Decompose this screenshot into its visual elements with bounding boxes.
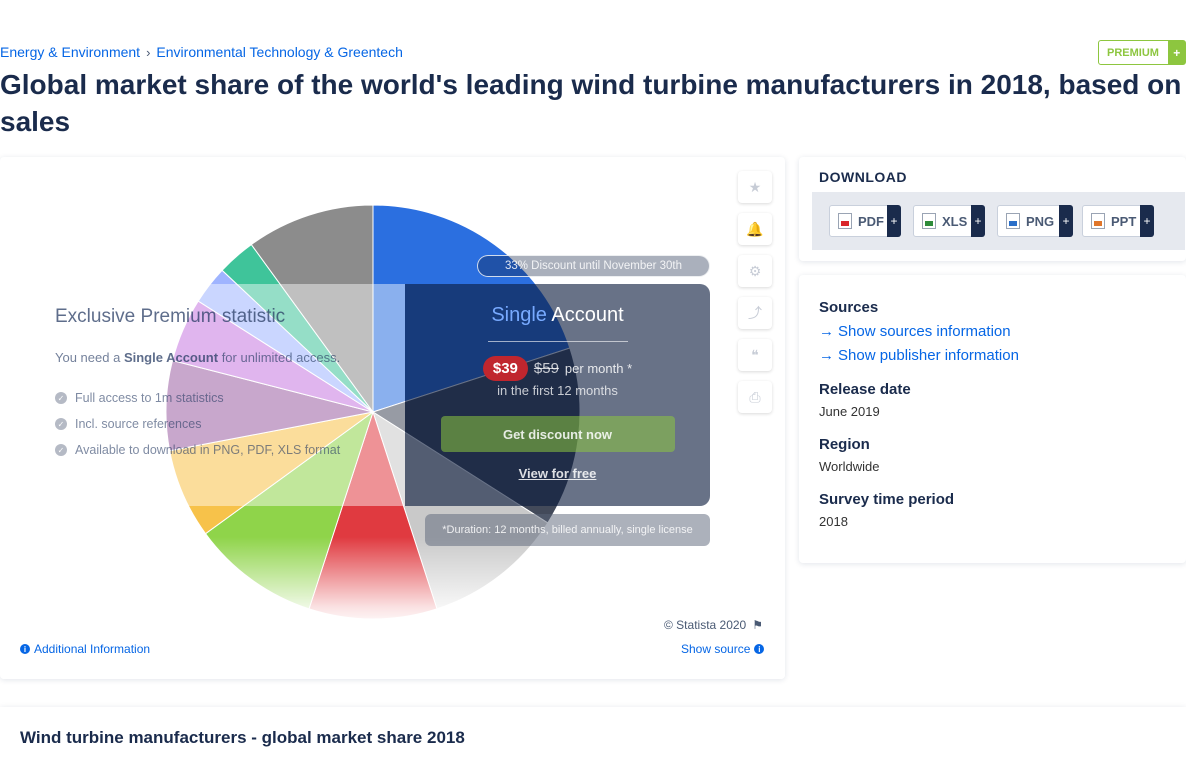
pdf-file-icon [838, 213, 852, 229]
additional-info-link[interactable]: i Additional Information [20, 642, 150, 656]
divider [487, 341, 628, 342]
download-xls-button[interactable]: XLS + [913, 205, 985, 237]
survey-value: 2018 [819, 514, 848, 529]
check-icon: ✓ [55, 444, 67, 456]
region-value: Worldwide [819, 459, 880, 474]
share-icon[interactable]: ⤴ [738, 297, 772, 329]
tool-column: ★ 🔔 ⚙ ⤴ ❝ ⎙ [738, 171, 772, 413]
premium-badge[interactable]: PREMIUM + [1098, 40, 1186, 65]
breadcrumb-separator: › [146, 44, 151, 60]
premium-overlay: Exclusive Premium statistic You need a S… [35, 284, 710, 506]
release-value: June 2019 [819, 404, 880, 419]
release-label: Release date [819, 381, 911, 398]
gear-icon[interactable]: ⚙ [738, 255, 772, 287]
star-icon[interactable]: ★ [738, 171, 772, 203]
price-row: $39 $59 per month * [482, 356, 633, 381]
breadcrumb: Energy & Environment › Environmental Tec… [0, 44, 403, 60]
info-icon: i [754, 644, 765, 654]
show-source-link[interactable]: Show source i [681, 642, 765, 656]
price-new: $39 [482, 356, 528, 381]
ppt-file-icon [1091, 213, 1105, 229]
account-title: Single Account [491, 304, 624, 326]
feature-item: ✓ Full access to 1m statistics [55, 391, 385, 405]
premium-overlay-offer: Single Account $39 $59 per month * in th… [405, 284, 710, 506]
breadcrumb-item-greentech[interactable]: Environmental Technology & Greentech [156, 44, 402, 60]
premium-label: PREMIUM [1107, 46, 1159, 59]
bell-icon[interactable]: 🔔 [738, 213, 772, 245]
statistic-card: ★ 🔔 ⚙ ⤴ ❝ ⎙ 33% Discount until November … [0, 157, 785, 679]
first-months: in the first 12 months [497, 383, 618, 398]
download-pdf-button[interactable]: PDF + [829, 205, 901, 237]
discount-tag: 33% Discount until November 30th [477, 255, 710, 277]
png-file-icon [1006, 213, 1020, 229]
flag-icon[interactable]: ⚑ [752, 618, 763, 632]
arrow-right-icon: → [819, 323, 834, 340]
arrow-right-icon: → [819, 347, 834, 364]
feature-list: ✓ Full access to 1m statistics ✓ Incl. sou… [55, 391, 385, 457]
quote-icon[interactable]: ❝ [738, 339, 772, 371]
premium-need-text: You need a Single Account for unlimited … [55, 350, 341, 365]
download-bar: PDF + XLS + PNG + PPT + [812, 192, 1185, 250]
check-icon: ✓ [55, 392, 67, 404]
info-icon: i [20, 644, 30, 654]
breadcrumb-item-energy[interactable]: Energy & Environment [0, 44, 140, 60]
show-publisher-link[interactable]: → Show publisher information [819, 347, 1019, 364]
survey-label: Survey time period [819, 491, 955, 508]
feature-item: ✓ Incl. source references [55, 417, 385, 431]
premium-plus-icon: + [1168, 41, 1185, 64]
page-title: Global market share of the world's leadi… [0, 69, 1182, 137]
get-discount-button[interactable]: Get discount now [440, 416, 675, 452]
download-card: DOWNLOAD PDF + XLS + PNG + PPT + [799, 157, 1186, 261]
sources-label: Sources [819, 299, 879, 316]
copyright: © Statista 2020 ⚑ [664, 618, 763, 632]
download-ppt-button[interactable]: PPT + [1082, 205, 1154, 237]
related-section: Wind turbine manufacturers - global mark… [0, 707, 1186, 767]
premium-heading: Exclusive Premium statistic [55, 306, 286, 327]
check-icon: ✓ [55, 418, 67, 430]
top-bar [0, 0, 1186, 34]
feature-item: ✓ Available to download in PNG, PDF, XLS … [55, 443, 385, 457]
duration-note: *Duration: 12 months, billed annually, s… [425, 514, 710, 546]
related-title: Wind turbine manufacturers - global mark… [20, 728, 465, 747]
metadata-card: Sources → Show sources information → Show … [799, 275, 1186, 563]
download-png-button[interactable]: PNG + [997, 205, 1073, 237]
price-old: $59 [533, 360, 559, 377]
download-title: DOWNLOAD [819, 169, 907, 185]
region-label: Region [819, 436, 870, 453]
xls-file-icon [922, 213, 936, 229]
premium-overlay-info: Exclusive Premium statistic You need a S… [35, 284, 405, 506]
print-icon[interactable]: ⎙ [738, 381, 772, 413]
view-for-free-link[interactable]: View for free [519, 466, 597, 481]
show-sources-link[interactable]: → Show sources information [819, 323, 1011, 340]
per-month: per month * [564, 361, 633, 376]
